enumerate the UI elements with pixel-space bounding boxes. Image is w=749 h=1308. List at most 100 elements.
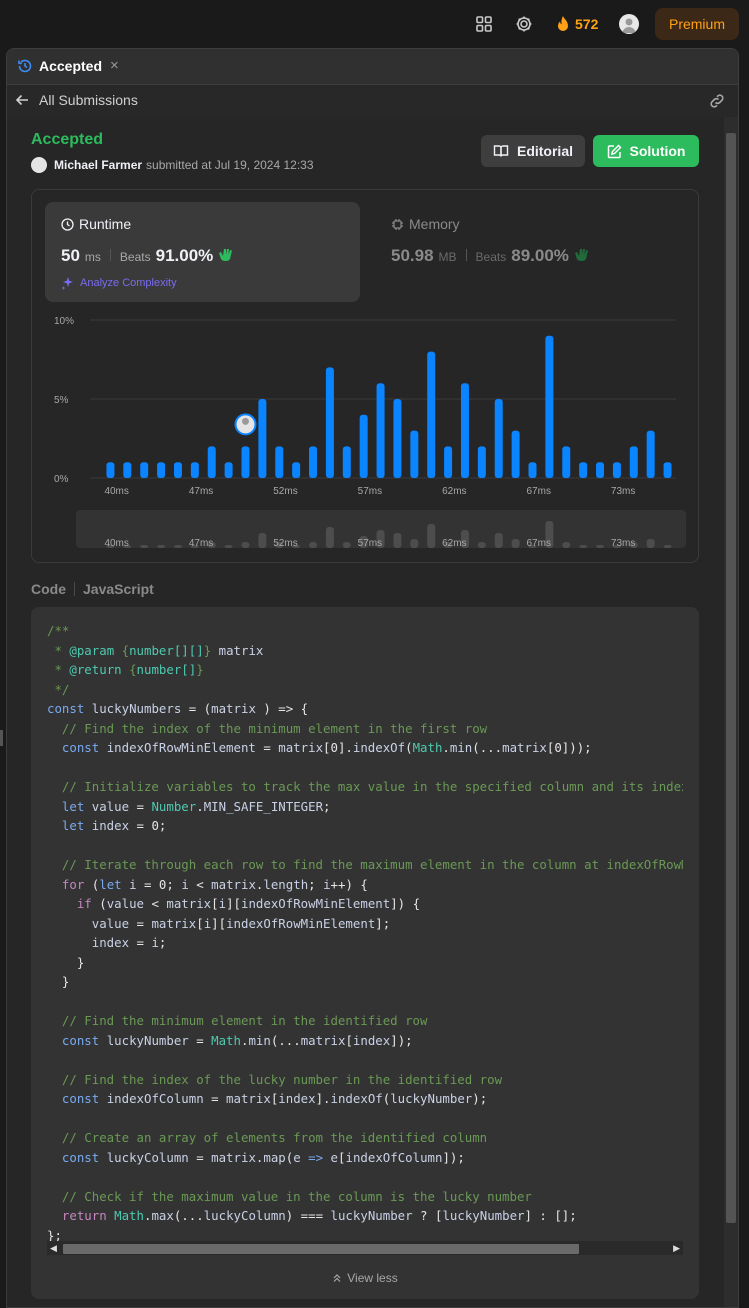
code-token: ( [99,896,107,911]
tab-accepted[interactable]: Accepted × [17,57,119,74]
code-token: /** [47,623,70,638]
runtime-bar[interactable] [579,462,588,478]
code-token: i [323,876,331,892]
runtime-bar[interactable] [258,399,267,478]
runtime-bar[interactable] [224,462,233,478]
code-token: . [442,740,450,755]
vertical-scrollbar[interactable] [724,117,738,1307]
runtime-bar[interactable] [612,462,621,478]
runtime-bar[interactable] [241,446,250,478]
clap-icon [219,249,233,261]
editorial-button[interactable]: Editorial [481,135,585,167]
runtime-bar[interactable] [444,446,453,478]
runtime-bar[interactable] [157,462,166,478]
code-line: // Iterate through each row to find the … [47,855,683,875]
code-token: */ [47,681,70,697]
solution-button[interactable]: Solution [593,135,699,167]
code-token: // Create an array of elements from the … [47,1130,488,1145]
runtime-bar[interactable] [545,335,554,478]
code-token: const [47,740,107,755]
code-token: ]. [315,1091,331,1106]
code-line: ​ [47,836,683,856]
scroll-thumb[interactable] [63,1244,579,1254]
runtime-number: 50 [61,246,80,265]
runtime-bar[interactable] [123,462,132,478]
runtime-bar[interactable] [410,430,419,478]
runtime-bar[interactable] [207,446,216,478]
arrow-left-icon [15,94,28,106]
runtime-bar[interactable] [342,446,351,478]
user-name[interactable]: Michael Farmer [54,158,142,172]
link-icon[interactable] [708,93,726,109]
runtime-bar[interactable] [190,462,199,478]
view-less-button[interactable]: View less [31,1271,699,1285]
runtime-bar[interactable] [460,383,469,478]
runtime-bar[interactable] [309,446,318,478]
layout-icon[interactable] [474,14,494,34]
all-submissions-link[interactable]: All Submissions [15,92,138,108]
code-token: @return [69,662,122,677]
streak-counter[interactable]: 572 [555,13,598,35]
runtime-bar[interactable] [646,430,655,478]
horizontal-scrollbar[interactable]: ◀ ▶ [47,1241,683,1255]
code-token: // Find the index of the lucky number in… [47,1071,503,1087]
code-line: * @return {number[]} [47,660,683,680]
runtime-bar[interactable] [663,462,672,478]
analyze-complexity-link[interactable]: Analyze Complexity [61,276,177,290]
runtime-bar[interactable] [140,462,149,478]
code-token: const [47,1032,107,1048]
overview-bar [173,545,182,548]
code-token: number[][] [129,642,204,658]
runtime-bar[interactable] [427,351,436,478]
runtime-bar[interactable] [562,446,571,478]
code-token: ] : []; [524,1208,577,1223]
runtime-card[interactable]: Runtime 50 ms Beats 91.00% Analyze Compl… [45,202,360,302]
memory-unit: MB [438,250,457,264]
code-token: => [308,1149,331,1165]
code-token: }; [47,1227,62,1242]
overview-tick-label: 57ms [358,538,382,549]
overview-bar [511,539,520,548]
runtime-bar[interactable] [477,446,486,478]
runtime-bar[interactable] [359,414,368,478]
overview-bar [579,545,588,548]
runtime-bar[interactable] [106,462,115,478]
runtime-bar[interactable] [511,430,520,478]
language-label: JavaScript [83,581,154,597]
runtime-bar[interactable] [292,462,301,478]
code-token: // Initialize variables to track the max… [47,779,683,794]
memory-card[interactable]: Memory 50.98 MB Beats 89.00% [375,202,690,302]
runtime-distribution-chart[interactable]: 10% 5% 0% 40ms 47ms 52ms 57ms 62ms 67ms 73ms 40ms 4… [32,308,698,558]
scroll-left-icon[interactable]: ◀ [50,1243,57,1254]
code-token: matrix [211,701,256,716]
runtime-bar[interactable] [494,399,503,478]
y-tick-label: 5% [54,395,69,406]
code-line: /** [47,621,683,641]
runtime-bar[interactable] [528,462,537,478]
runtime-bar[interactable] [596,462,605,478]
user-avatar[interactable] [31,157,47,173]
code-token: matrix [211,1149,256,1165]
code-line: }; [47,1226,683,1242]
sub-bar: All Submissions [7,85,738,117]
runtime-bar[interactable] [325,367,334,478]
overview-tick-label: 67ms [527,538,551,549]
runtime-bar[interactable] [376,383,385,478]
runtime-bar[interactable] [173,462,182,478]
close-icon[interactable]: × [110,57,119,74]
runtime-bar[interactable] [629,446,638,478]
gear-icon[interactable] [514,14,534,34]
code-token: i [151,935,159,950]
overview-tick-label: 40ms [104,538,128,549]
vertical-scroll-thumb[interactable] [726,133,736,1223]
code-token: = [211,1091,227,1106]
premium-button[interactable]: Premium [655,8,739,40]
code-content[interactable]: /** * @param {number[][]} matrix * @retu… [47,621,683,1241]
resize-handle[interactable] [0,730,3,746]
runtime-bar[interactable] [393,399,402,478]
code-line: for (let i = 0; i < matrix.length; i++) … [47,875,683,895]
avatar[interactable] [619,14,639,34]
memory-number: 50.98 [391,246,434,265]
runtime-bar[interactable] [275,446,284,478]
scroll-right-icon[interactable]: ▶ [673,1243,680,1254]
